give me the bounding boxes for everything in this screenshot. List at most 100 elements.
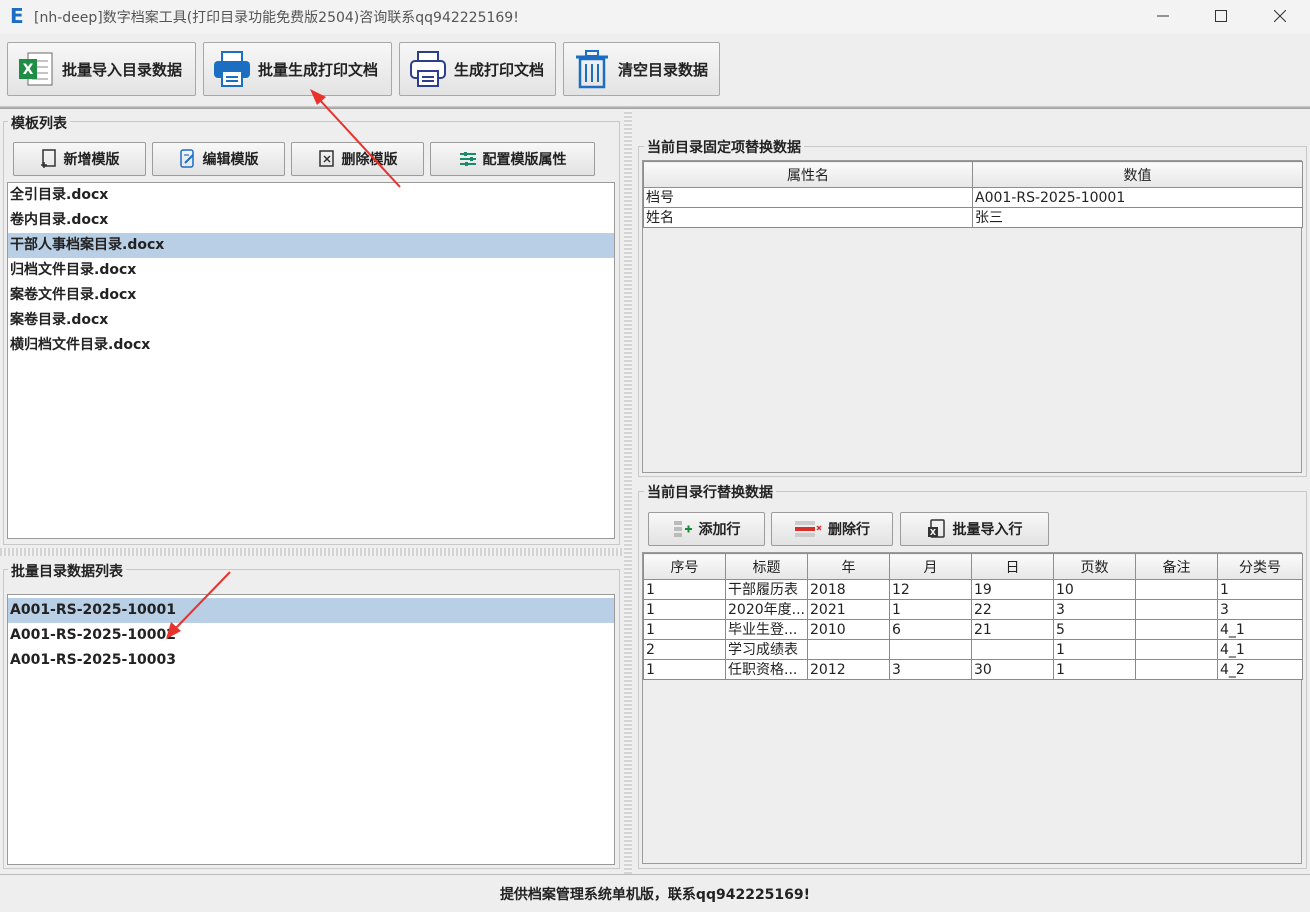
- horizontal-splitter[interactable]: [0, 548, 622, 556]
- table-cell[interactable]: 1: [1053, 659, 1136, 680]
- table-cell[interactable]: 3: [1217, 599, 1303, 620]
- column-header[interactable]: 年: [807, 553, 890, 580]
- list-item[interactable]: 全引目录.docx: [8, 183, 614, 208]
- generate-print-button[interactable]: 生成打印文档: [399, 42, 556, 96]
- delete-template-button[interactable]: 删除模版: [291, 142, 424, 176]
- table-cell[interactable]: [1135, 659, 1218, 680]
- edit-file-icon: [179, 149, 197, 169]
- table-cell[interactable]: 12: [889, 579, 972, 600]
- table-cell[interactable]: 2020年度...: [725, 599, 808, 620]
- table-cell[interactable]: [1135, 639, 1218, 660]
- table-cell[interactable]: 19: [971, 579, 1054, 600]
- table-cell[interactable]: A001-RS-2025-10001: [972, 187, 1303, 208]
- batch-import-label: 批量导入目录数据: [62, 60, 183, 79]
- row-data-title: 当前目录行替换数据: [644, 482, 776, 502]
- table-cell[interactable]: 2010: [807, 619, 890, 640]
- table-cell[interactable]: 学习成绩表: [725, 639, 808, 660]
- delete-file-icon: [318, 149, 336, 169]
- minimize-button[interactable]: [1140, 0, 1186, 32]
- table-cell[interactable]: 6: [889, 619, 972, 640]
- table-cell[interactable]: [1135, 579, 1218, 600]
- table-cell[interactable]: [1135, 619, 1218, 640]
- table-row[interactable]: 1 毕业生登... 2010 6 21 5 4_1: [643, 619, 1303, 640]
- config-template-button[interactable]: 配置模版属性: [430, 142, 595, 176]
- column-header[interactable]: 备注: [1135, 553, 1218, 580]
- table-cell[interactable]: 3: [1053, 599, 1136, 620]
- clear-data-button[interactable]: 清空目录数据: [563, 42, 720, 96]
- table-row[interactable]: 1 任职资格... 2012 3 30 1 4_2: [643, 659, 1303, 680]
- batch-list[interactable]: A001-RS-2025-10001 A001-RS-2025-10002 A0…: [7, 594, 615, 865]
- table-cell[interactable]: 任职资格...: [725, 659, 808, 680]
- table-cell[interactable]: [889, 639, 972, 660]
- toolbar-separator: [0, 106, 1310, 109]
- table-cell[interactable]: 2018: [807, 579, 890, 600]
- table-cell[interactable]: 1: [643, 659, 726, 680]
- table-cell[interactable]: 22: [971, 599, 1054, 620]
- table-cell[interactable]: 姓名: [643, 207, 973, 228]
- list-item-selected[interactable]: 干部人事档案目录.docx: [8, 233, 614, 258]
- table-cell[interactable]: 1: [1053, 639, 1136, 660]
- list-item[interactable]: 横归档文件目录.docx: [8, 333, 614, 358]
- table-cell[interactable]: 2021: [807, 599, 890, 620]
- add-template-button[interactable]: 新增模版: [13, 142, 146, 176]
- list-item[interactable]: 案卷目录.docx: [8, 308, 614, 333]
- column-header[interactable]: 日: [971, 553, 1054, 580]
- table-cell[interactable]: 1: [1217, 579, 1303, 600]
- table-cell[interactable]: 10: [1053, 579, 1136, 600]
- config-template-label: 配置模版属性: [482, 152, 567, 168]
- batch-import-button[interactable]: X 批量导入目录数据: [7, 42, 196, 96]
- table-row[interactable]: 姓名 张三: [643, 207, 1303, 228]
- table-row[interactable]: 1 干部履历表 2018 12 19 10 1: [643, 579, 1303, 600]
- list-item[interactable]: 卷内目录.docx: [8, 208, 614, 233]
- close-window-button[interactable]: [1257, 0, 1303, 32]
- close-icon: [1274, 10, 1286, 22]
- maximize-button[interactable]: [1198, 0, 1244, 32]
- add-row-button[interactable]: 添加行: [648, 512, 765, 546]
- table-row[interactable]: 档号 A001-RS-2025-10001: [643, 187, 1303, 208]
- column-header[interactable]: 月: [889, 553, 972, 580]
- table-cell[interactable]: 4_1: [1217, 619, 1303, 640]
- table-cell[interactable]: 5: [1053, 619, 1136, 640]
- table-cell[interactable]: 30: [971, 659, 1054, 680]
- table-cell[interactable]: [1135, 599, 1218, 620]
- table-cell[interactable]: 干部履历表: [725, 579, 808, 600]
- table-row[interactable]: 2 学习成绩表 1 4_1: [643, 639, 1303, 660]
- table-cell[interactable]: 1: [643, 599, 726, 620]
- list-item[interactable]: 案卷文件目录.docx: [8, 283, 614, 308]
- table-cell[interactable]: 档号: [643, 187, 973, 208]
- column-header[interactable]: 数值: [972, 161, 1303, 188]
- edit-template-label: 编辑模版: [202, 152, 259, 168]
- column-header[interactable]: 分类号: [1217, 553, 1303, 580]
- batch-import-rows-button[interactable]: X 批量导入行: [900, 512, 1049, 546]
- table-cell[interactable]: 1: [643, 579, 726, 600]
- column-header[interactable]: 属性名: [643, 161, 973, 188]
- generate-print-label: 生成打印文档: [454, 60, 545, 79]
- table-cell[interactable]: 张三: [972, 207, 1303, 228]
- list-item[interactable]: 归档文件目录.docx: [8, 258, 614, 283]
- edit-template-button[interactable]: 编辑模版: [152, 142, 285, 176]
- svg-text:X: X: [23, 62, 34, 78]
- template-list[interactable]: 全引目录.docx 卷内目录.docx 干部人事档案目录.docx 归档文件目录…: [7, 182, 615, 539]
- table-cell[interactable]: 4_1: [1217, 639, 1303, 660]
- table-row[interactable]: 1 2020年度... 2021 1 22 3 3: [643, 599, 1303, 620]
- delete-row-button[interactable]: 删除行: [771, 512, 893, 546]
- table-cell[interactable]: [807, 639, 890, 660]
- table-cell[interactable]: 1: [889, 599, 972, 620]
- table-cell[interactable]: 3: [889, 659, 972, 680]
- batch-generate-print-button[interactable]: 批量生成打印文档: [203, 42, 392, 96]
- table-cell[interactable]: [971, 639, 1054, 660]
- list-item[interactable]: A001-RS-2025-10002: [8, 623, 614, 648]
- vertical-splitter[interactable]: [624, 110, 632, 874]
- list-item-selected[interactable]: A001-RS-2025-10001: [8, 598, 614, 623]
- table-cell[interactable]: 2: [643, 639, 726, 660]
- column-header[interactable]: 序号: [643, 553, 726, 580]
- table-cell[interactable]: 1: [643, 619, 726, 640]
- column-header[interactable]: 页数: [1053, 553, 1136, 580]
- window-title: [nh-deep]数字档案工具(打印目录功能免费版2504)咨询联系qq9422…: [34, 10, 519, 26]
- table-cell[interactable]: 毕业生登...: [725, 619, 808, 640]
- table-cell[interactable]: 21: [971, 619, 1054, 640]
- table-cell[interactable]: 2012: [807, 659, 890, 680]
- list-item[interactable]: A001-RS-2025-10003: [8, 648, 614, 673]
- column-header[interactable]: 标题: [725, 553, 808, 580]
- table-cell[interactable]: 4_2: [1217, 659, 1303, 680]
